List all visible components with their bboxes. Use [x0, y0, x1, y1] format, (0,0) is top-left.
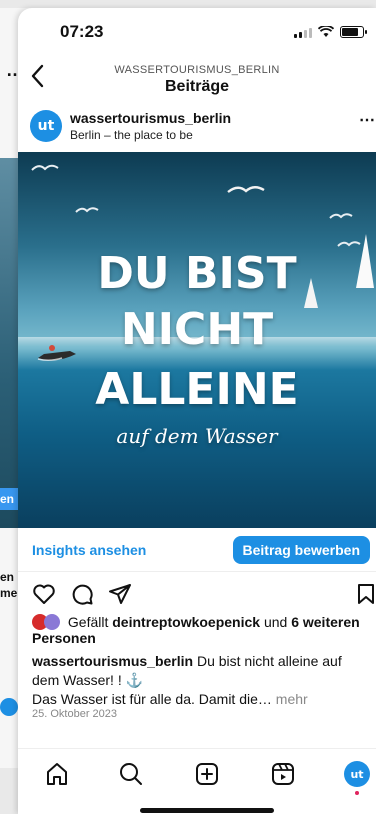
likes-prefix: Gefällt: [67, 614, 113, 630]
likes-user[interactable]: deintreptowkoepenick: [112, 614, 260, 630]
account-name[interactable]: wassertourismus_berlin: [70, 110, 231, 126]
post-caption: wassertourismus_berlin Du bist nicht all…: [32, 652, 368, 709]
avatar[interactable]: ut: [30, 110, 62, 142]
post-detail-sheet: 07:23 WASSERTOURISMUS_BERLIN Beiträge ut…: [18, 8, 376, 814]
share-icon[interactable]: [108, 582, 132, 606]
bottom-tab-bar: ut: [18, 748, 376, 798]
signal-icon: [294, 28, 312, 38]
more-options-icon[interactable]: ⋯: [359, 110, 376, 130]
page-title: Beiträge: [164, 78, 230, 95]
reels-icon[interactable]: [270, 761, 296, 787]
profile-avatar[interactable]: ut: [344, 761, 370, 787]
post-date: 25. Oktober 2023: [32, 708, 118, 720]
image-subline: auf dem Wasser: [116, 424, 278, 448]
seagull-icon: [75, 207, 99, 213]
wifi-icon: [318, 26, 334, 37]
post-location[interactable]: Berlin – the place to be: [70, 128, 193, 142]
notification-dot: [355, 791, 359, 795]
status-icons: [294, 26, 367, 38]
image-headline-line-2: NICHT: [120, 304, 274, 355]
battery-icon: [340, 26, 367, 38]
post-header: ut wassertourismus_berlin Berlin – the p…: [18, 104, 376, 152]
create-post-icon[interactable]: [194, 761, 220, 787]
header: WASSERTOURISMUS_BERLIN Beiträge: [18, 56, 376, 102]
previous-text-fragment: en: [0, 570, 15, 584]
status-time: 07:23: [60, 22, 104, 41]
insights-link[interactable]: Insights ansehen: [32, 542, 146, 558]
image-headline-line-3: ALLEINE: [95, 364, 299, 415]
comment-icon[interactable]: [70, 582, 94, 606]
caption-line-2: Das Wasser ist für alle da. Damit die…: [32, 691, 272, 707]
search-icon[interactable]: [118, 761, 144, 787]
seagull-icon: [227, 186, 265, 193]
image-headline-line-1: DU BIST: [97, 248, 297, 299]
post-image[interactable]: DU BIST NICHT ALLEINE auf dem Wasser: [18, 152, 376, 528]
likes-mid: und: [260, 614, 292, 630]
promote-button[interactable]: Beitrag bewerben: [232, 535, 370, 564]
seagull-icon: [329, 213, 353, 219]
caption-more-link[interactable]: mehr: [272, 691, 308, 707]
header-account: WASSERTOURISMUS_BERLIN: [114, 64, 280, 76]
likes-summary[interactable]: Gefällt deintreptowkoepenick und 6 weite…: [32, 614, 368, 646]
seagull-icon: [31, 164, 59, 171]
heart-icon[interactable]: [32, 582, 56, 606]
avatar: [0, 698, 18, 716]
home-icon[interactable]: [44, 761, 70, 787]
bookmark-icon[interactable]: [354, 582, 376, 606]
caption-user[interactable]: wassertourismus_berlin: [32, 653, 193, 669]
post-actions: [18, 578, 376, 612]
insights-bar: Insights ansehen Beitrag bewerben: [18, 528, 376, 572]
liker-avatars: [32, 614, 64, 630]
home-indicator: [140, 808, 274, 813]
status-bar: 07:23: [18, 8, 376, 56]
